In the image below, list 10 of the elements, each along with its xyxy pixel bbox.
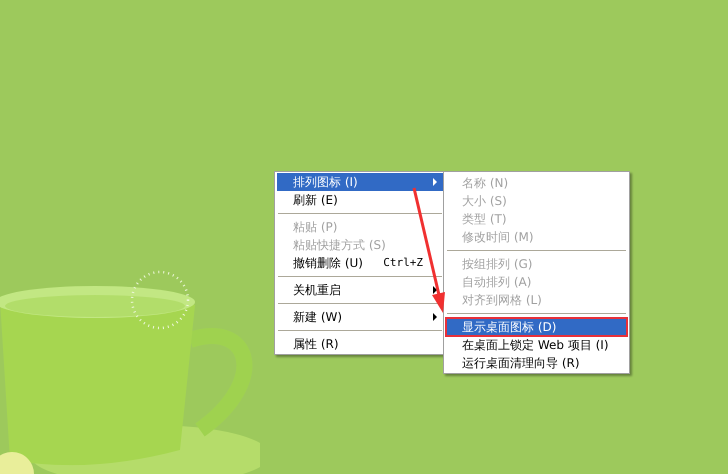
menu-item[interactable]: 刷新 (E) <box>277 191 443 209</box>
menu-item[interactable]: 属性 (R) <box>277 335 443 353</box>
menu-item[interactable]: 新建 (W) <box>277 308 443 326</box>
menu-item[interactable]: 运行桌面清理向导 (R) <box>446 354 627 372</box>
menu-item[interactable]: 显示桌面图标 (D) <box>446 318 627 336</box>
menu-item[interactable]: 排列图标 (I) <box>277 173 443 191</box>
menu-item[interactable]: 撤销删除 (U) Ctrl+Z <box>277 254 443 272</box>
submenu-arrow-icon <box>433 313 437 321</box>
submenu-arrow-icon <box>433 178 437 186</box>
menu-item[interactable]: 在桌面上锁定 Web 项目 (I) <box>446 336 627 354</box>
